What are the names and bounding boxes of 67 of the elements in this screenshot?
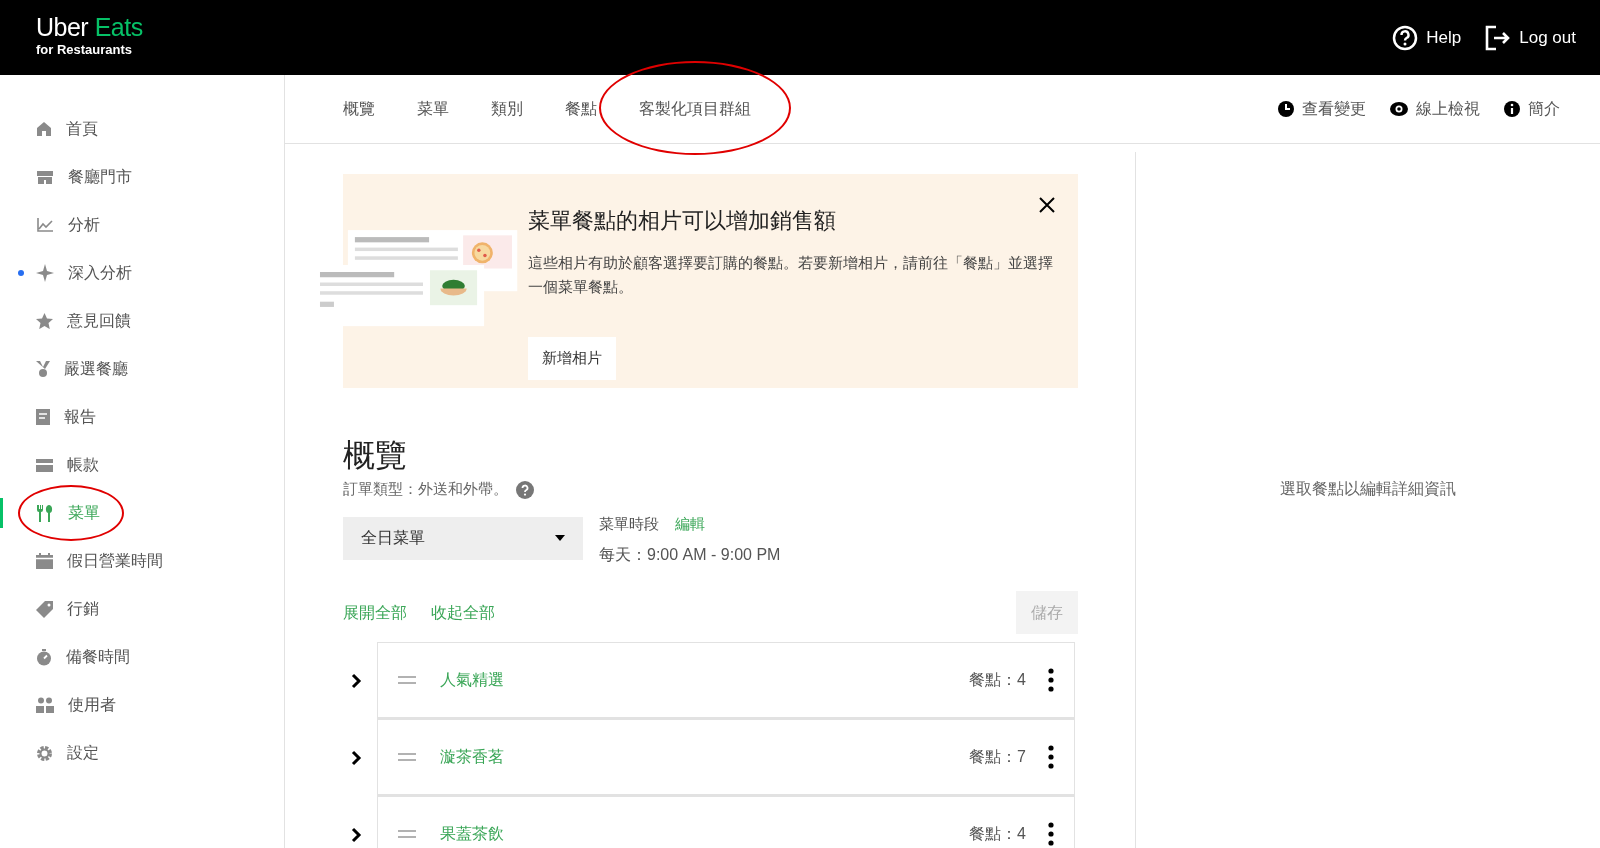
logout-icon [1485, 24, 1512, 51]
sidebar-item[interactable]: 嚴選餐廳 [0, 345, 284, 393]
tag-icon [36, 600, 53, 618]
star-icon [36, 313, 53, 329]
eye-icon [1390, 102, 1408, 116]
sidebar-item[interactable]: 餐廳門市 [0, 153, 284, 201]
tab[interactable]: 概覽 [343, 100, 375, 117]
home-icon [36, 121, 52, 137]
clock-icon [1278, 101, 1294, 117]
sidebar-item[interactable]: 備餐時間 [0, 633, 284, 681]
hours-label: 菜單時段 [599, 513, 659, 534]
help-link[interactable]: Help [1392, 24, 1462, 51]
cutlery-icon [36, 504, 54, 522]
line-chart-icon [36, 217, 54, 233]
section-title: 概覽 [343, 436, 408, 475]
order-type-text: 訂單類型：外送和外帶。 [343, 479, 508, 500]
drag-handle-icon[interactable] [398, 753, 416, 762]
document-icon [36, 409, 50, 425]
card-icon [36, 458, 53, 472]
chevron-icon[interactable] [350, 826, 362, 843]
sidebar-item[interactable]: 設定 [0, 729, 284, 777]
sidebar-item[interactable]: 使用者 [0, 681, 284, 729]
tab[interactable]: 菜單 [417, 100, 449, 117]
logout-link[interactable]: Log out [1485, 24, 1576, 51]
help-icon [1392, 24, 1419, 51]
users-icon [36, 697, 54, 713]
sidebar-item[interactable]: 行銷 [0, 585, 284, 633]
sidebar-item[interactable]: 深入分析 [0, 249, 284, 297]
sidebar-item[interactable]: 意見回饋 [0, 297, 284, 345]
more-options-icon[interactable] [1048, 745, 1054, 770]
item-count: 餐點：7 [969, 747, 1026, 768]
drag-handle-icon[interactable] [398, 830, 416, 839]
empty-state-text: 選取餐點以編輯詳細資訊 [1280, 479, 1456, 499]
item-count: 餐點：4 [969, 670, 1026, 691]
sidebar-item[interactable]: 分析 [0, 201, 284, 249]
medal-icon [36, 360, 50, 378]
help-icon[interactable] [516, 480, 534, 499]
sidebar-item[interactable]: 報告 [0, 393, 284, 441]
drag-handle-icon[interactable] [398, 676, 416, 685]
chevron-icon[interactable] [350, 672, 362, 689]
item-count: 餐點：4 [969, 824, 1026, 845]
chevron-icon[interactable] [350, 749, 362, 766]
caret-icon [555, 535, 565, 542]
calendar-icon [36, 553, 53, 569]
banner-title: 菜單餐點的相片可以增加銷售額 [528, 207, 837, 235]
tab[interactable]: 類別 [491, 100, 523, 117]
tab[interactable]: 客製化項目群組 [639, 100, 751, 117]
info-icon [1504, 101, 1520, 117]
sparkle-icon [36, 264, 54, 282]
toolbar-link[interactable]: 查看變更 [1278, 97, 1366, 121]
store-icon [36, 169, 54, 185]
sidebar-item[interactable]: 帳款 [0, 441, 284, 489]
timer-icon [36, 648, 52, 666]
close-icon[interactable] [1038, 196, 1056, 214]
more-options-icon[interactable] [1048, 668, 1054, 693]
add-photo-button[interactable]: 新增相片 [528, 337, 616, 380]
logo[interactable]: Uber Eats for Restaurants [36, 15, 143, 60]
menu-dropdown[interactable]: 全日菜單 [343, 516, 583, 560]
toolbar-link[interactable]: 線上檢視 [1390, 97, 1480, 121]
sidebar-item[interactable]: 假日營業時間 [0, 537, 284, 585]
banner-text: 這些相片有助於顧客選擇要訂購的餐點。若要新增相片，請前往「餐點」並選擇一個菜單餐點。 [528, 253, 1054, 297]
settings-icon [36, 744, 53, 762]
tab[interactable]: 餐點 [565, 100, 597, 117]
sidebar-item[interactable]: 首頁 [0, 105, 284, 153]
more-options-icon[interactable] [1048, 822, 1054, 847]
hours-text: 每天：9:00 AM - 9:00 PM [599, 545, 781, 566]
toolbar-link[interactable]: 簡介 [1504, 97, 1560, 121]
